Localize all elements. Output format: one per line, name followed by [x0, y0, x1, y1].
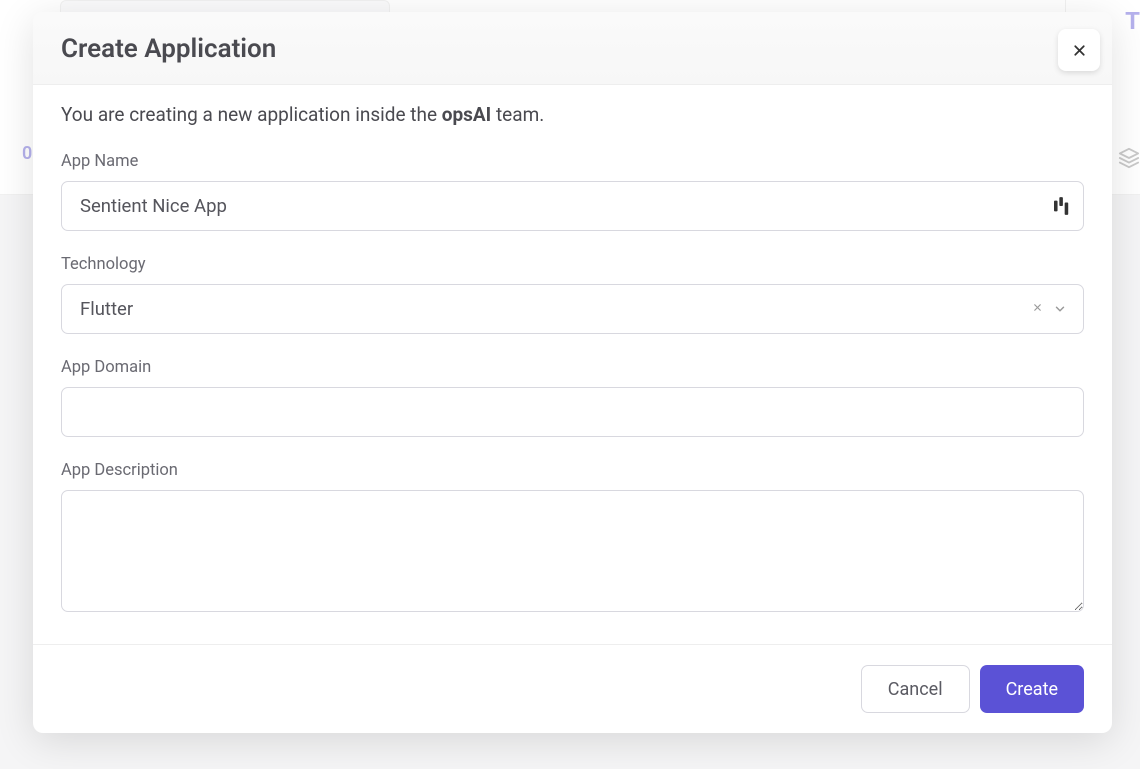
intro-text: You are creating a new application insid…: [61, 103, 1084, 126]
clear-icon: [1032, 302, 1043, 313]
modal-header: Create Application: [33, 12, 1112, 85]
chevron-down-icon: [1053, 302, 1067, 316]
intro-prefix: You are creating a new application insid…: [61, 103, 442, 126]
app-description-label: App Description: [61, 461, 1084, 480]
team-name: opsAI: [442, 103, 492, 126]
clear-selection-button[interactable]: [1030, 299, 1045, 319]
close-button[interactable]: [1058, 29, 1100, 71]
app-description-textarea[interactable]: [61, 490, 1084, 612]
app-name-label: App Name: [61, 152, 1084, 171]
app-domain-input[interactable]: [61, 387, 1084, 437]
select-icons: [1030, 299, 1069, 319]
app-name-input-wrap: [61, 181, 1084, 231]
app-domain-input-wrap: [61, 387, 1084, 437]
technology-label: Technology: [61, 255, 1084, 274]
form-group-technology: Technology Flutter: [61, 255, 1084, 334]
technology-select[interactable]: Flutter: [61, 284, 1084, 334]
modal-title: Create Application: [61, 34, 1084, 64]
form-group-app-description: App Description: [61, 461, 1084, 616]
form-group-app-domain: App Domain: [61, 358, 1084, 437]
dropdown-toggle-button[interactable]: [1051, 300, 1069, 318]
modal-footer: Cancel Create: [33, 644, 1112, 733]
modal-body: You are creating a new application insid…: [33, 85, 1112, 644]
app-domain-label: App Domain: [61, 358, 1084, 377]
create-button[interactable]: Create: [980, 665, 1084, 713]
close-icon: [1071, 42, 1088, 59]
cancel-button[interactable]: Cancel: [861, 665, 970, 713]
technology-value: Flutter: [80, 298, 1030, 320]
create-application-modal: Create Application You are creating a ne…: [33, 12, 1112, 733]
form-group-app-name: App Name: [61, 152, 1084, 231]
app-name-input[interactable]: [61, 181, 1084, 231]
intro-suffix: team.: [491, 103, 544, 126]
